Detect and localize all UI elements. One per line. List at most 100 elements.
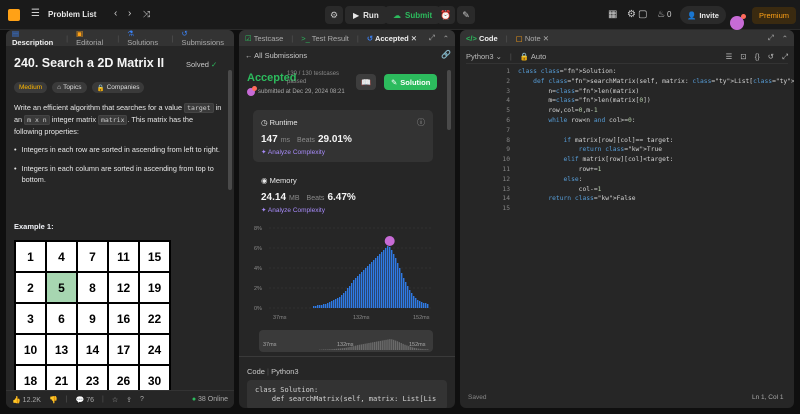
code-line[interactable]: def class="fn">searchMatrix(self, matrix… [518,77,794,87]
submit-button[interactable]: ☁ Submit [385,6,441,24]
prev-problem-icon[interactable]: ‹ [114,8,117,19]
chart-bar[interactable] [419,301,421,308]
leetcode-logo-icon[interactable] [8,9,20,21]
your-submission-marker[interactable] [384,236,395,246]
analyze-complexity-link[interactable]: ✦ Analyze Complexity [261,148,325,156]
all-submissions-link[interactable]: ← All Submissions [245,51,307,60]
comments-button[interactable]: 💬 76 [76,396,94,404]
tab-code[interactable]: </> Code [466,34,498,43]
chart-bar[interactable] [355,278,357,308]
chart-bar[interactable] [417,300,419,308]
chart-bar[interactable] [369,264,371,308]
chart-bar[interactable] [321,305,323,308]
notification-icon[interactable]: ▢ [638,9,647,20]
chart-bar[interactable] [333,300,335,308]
expand-icon[interactable]: ⤢ [429,33,435,43]
link-icon[interactable]: 🔗 [441,50,451,59]
code-line[interactable] [518,126,788,136]
chart-bar[interactable] [337,298,339,308]
tab-test-result[interactable]: >_ Test Result [301,34,349,43]
close-icon[interactable]: ✕ [411,34,417,43]
tab-testcase[interactable]: ☑ Testcase [245,34,283,43]
chart-bar[interactable] [365,268,367,308]
next-problem-icon[interactable]: › [128,8,131,19]
help-icon[interactable]: ? [140,396,144,403]
chart-bar[interactable] [375,258,377,308]
star-icon[interactable]: ☆ [112,396,118,404]
memory-card[interactable]: ◉ Memory 24.14 MB Beats 6.47% ✦ Analyze … [253,170,433,218]
chevron-up-icon[interactable]: ⌃ [782,34,788,43]
chart-bar[interactable] [349,286,351,308]
timer-icon[interactable]: ⏰ [437,6,455,24]
notes-icon[interactable]: ✎ [457,6,475,24]
user-avatar[interactable] [730,13,746,30]
runtime-card[interactable]: ◷ Runtime ⓘ 147 ms Beats 29.01% ✦ Analyz… [253,110,433,162]
chart-bar[interactable] [389,247,391,308]
chart-bar[interactable] [323,304,325,308]
tab-note[interactable]: ▢ Note ✕ [516,34,549,43]
code-line[interactable]: col-=1 [518,185,788,195]
chart-bar[interactable] [379,254,381,308]
chevron-up-icon[interactable]: ⌃ [443,34,449,43]
code-line[interactable]: return class="kw">False [518,194,788,204]
code-editor[interactable]: class class="fn">Solution: def class="fn… [518,67,794,214]
chart-bar[interactable] [383,250,385,308]
chart-bar[interactable] [407,286,409,308]
chart-bar[interactable] [391,250,393,308]
info-icon[interactable]: ⓘ [417,117,425,128]
layout-icon[interactable]: ▦ [608,9,617,20]
tab-accepted[interactable]: ↺ Accepted ✕ [367,34,417,43]
chart-bar[interactable] [377,256,379,308]
chart-bar[interactable] [331,301,333,308]
settings-gear-icon[interactable]: ⚙ [627,9,636,20]
dislike-icon[interactable]: 👎 [49,396,58,404]
code-line[interactable]: return class="kw">True [518,145,788,155]
reset-icon[interactable]: ↺ [768,52,774,61]
code-line[interactable]: n=class="fn">len(matrix) [518,87,788,97]
chart-bar[interactable] [317,305,319,308]
chart-bar[interactable] [415,298,417,308]
code-line[interactable]: row+=1 [518,165,788,175]
chart-bar[interactable] [425,303,427,308]
tab-solutions[interactable]: ⚗ Solutions [127,30,163,47]
code-line[interactable]: m=class="fn">len(matrix[0]) [518,96,788,106]
solution-button[interactable]: ✎ Solution [384,74,438,90]
chart-bar[interactable] [367,266,369,308]
share-icon[interactable]: ⇪ [126,396,132,404]
chart-bar[interactable] [343,293,345,308]
chart-bar[interactable] [351,283,353,308]
chart-bar[interactable] [335,299,337,308]
shuffle-icon[interactable]: ⤨ [143,9,150,20]
chart-bar[interactable] [373,260,375,308]
chart-bar[interactable] [399,268,401,308]
problem-list-link[interactable]: Problem List [48,10,96,19]
chart-bar[interactable] [421,302,423,308]
chart-bar[interactable] [411,293,413,308]
chart-bar[interactable] [359,274,361,308]
code-line[interactable] [518,204,788,214]
analyze-complexity-link[interactable]: ✦ Analyze Complexity [261,206,325,214]
debug-icon[interactable]: ⚙ [325,6,343,24]
chart-bar[interactable] [387,246,389,308]
chart-bar[interactable] [413,296,415,308]
invite-button[interactable]: 👤 Invite [680,6,726,24]
chart-bar[interactable] [361,272,363,308]
format-icon[interactable]: ☰ [726,52,733,61]
chart-bar[interactable] [401,273,403,308]
bookmark-icon[interactable]: ⊡ [740,52,746,61]
companies-chip[interactable]: 🔒 Companies [91,82,145,93]
chart-bar[interactable] [341,295,343,308]
fullscreen-icon[interactable]: ⤢ [782,52,788,62]
chart-bar[interactable] [397,263,399,308]
chart-bar[interactable] [427,304,429,308]
chart-bar[interactable] [327,303,329,308]
like-button[interactable]: 👍 12.2K [12,396,41,404]
chart-bar[interactable] [347,288,349,308]
chart-bar[interactable] [385,248,387,308]
runtime-distribution-chart[interactable]: 8% 6% 4% 2% 0% 37ms 132ms 152ms [253,222,437,322]
difficulty-chip[interactable]: Medium [14,82,48,93]
chart-bar[interactable] [403,278,405,308]
chart-bar[interactable] [357,276,359,308]
code-line[interactable]: row,col=0,m-1 [518,106,788,116]
premium-button[interactable]: Premium [752,7,797,24]
